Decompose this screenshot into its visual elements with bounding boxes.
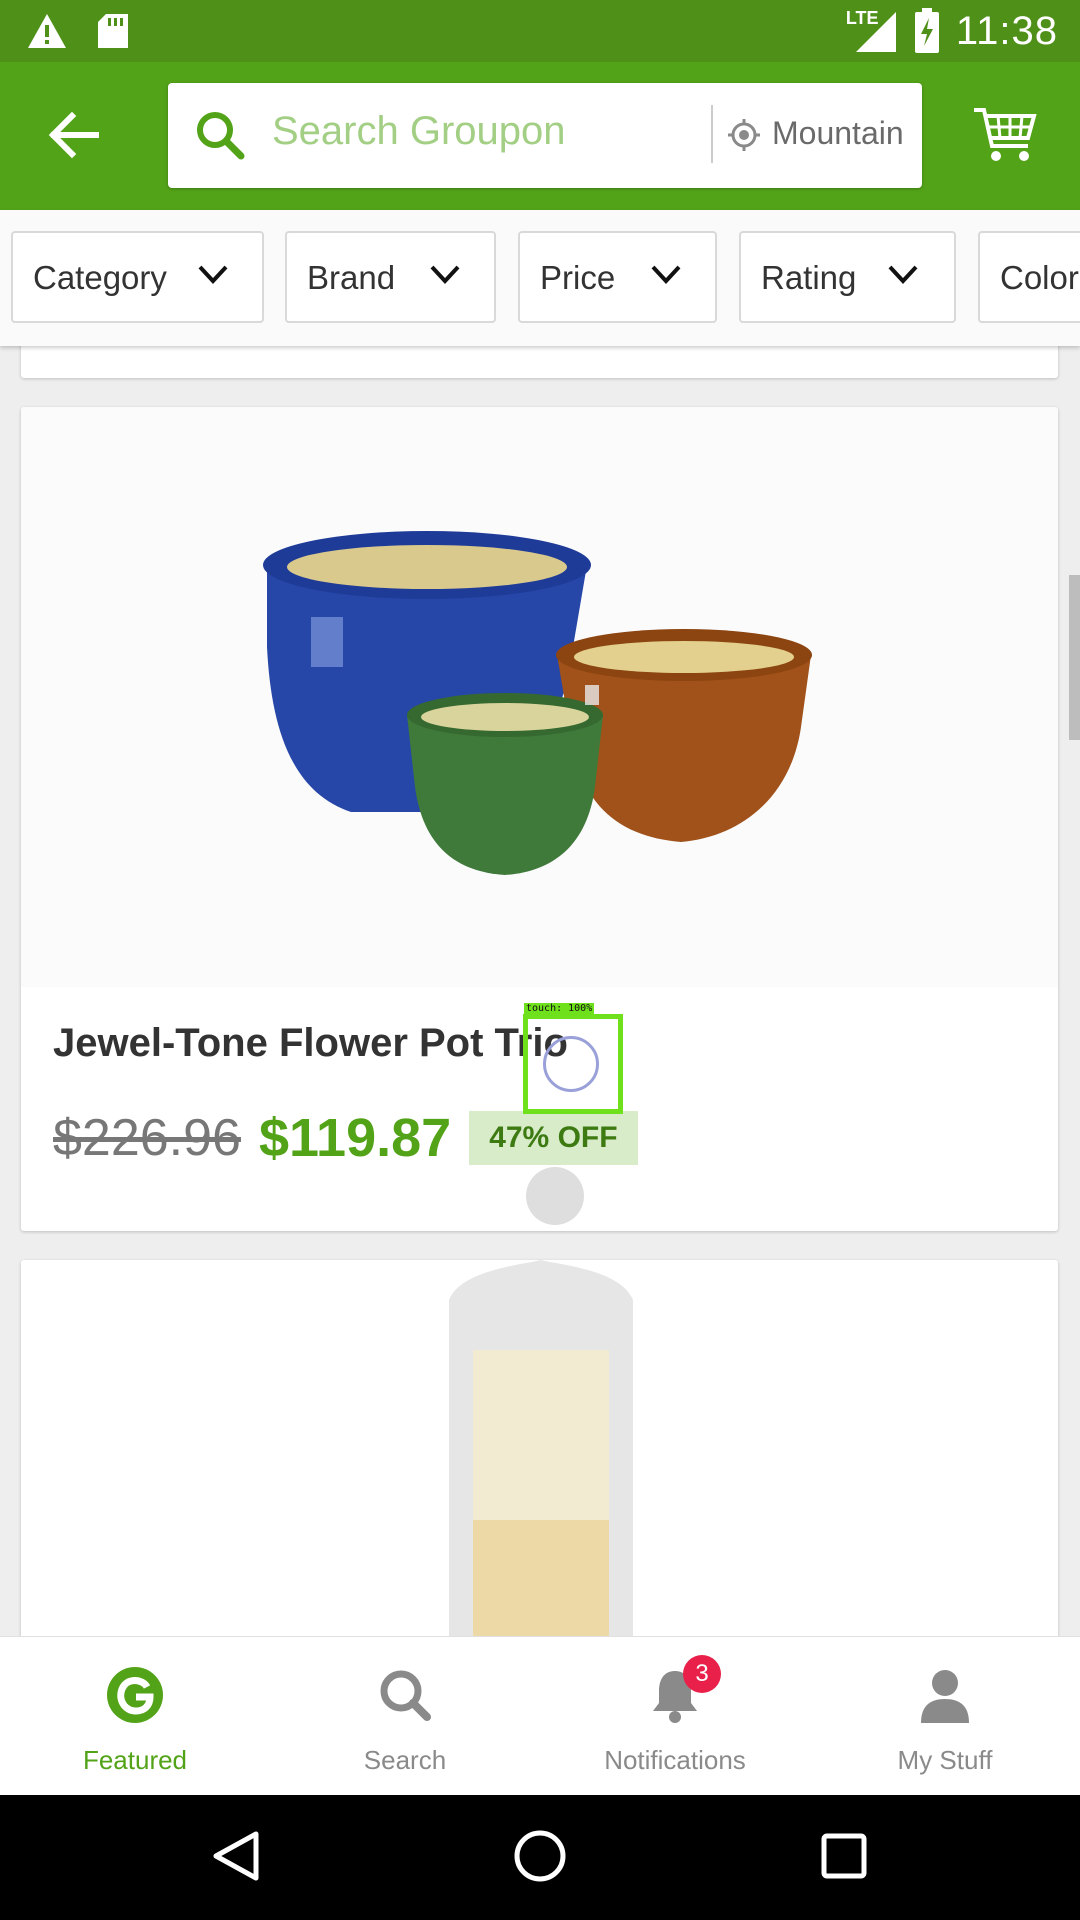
mirror-image <box>21 1260 1058 1660</box>
battery-charging-icon <box>914 8 939 53</box>
filter-label: Color <box>1000 259 1079 296</box>
cart-button[interactable] <box>970 100 1040 170</box>
back-button[interactable] <box>40 100 110 170</box>
app-bar: Search Groupon Mountain View <box>0 62 1080 210</box>
back-triangle-icon[interactable] <box>206 1826 266 1886</box>
filter-label: Price <box>540 259 616 296</box>
price-row: $226.96 $119.87 47% OFF <box>53 1107 638 1169</box>
nav-notifications[interactable]: Notifications <box>540 1637 810 1795</box>
chevron-down-icon <box>888 265 918 284</box>
lte-signal-icon: LTE <box>846 8 898 54</box>
filter-rating[interactable]: Rating <box>739 231 956 323</box>
filter-price[interactable]: Price <box>518 231 717 323</box>
search-bar[interactable]: Search Groupon Mountain View <box>168 83 922 188</box>
search-icon <box>380 1670 431 1721</box>
deal-card-next[interactable] <box>21 1260 1058 1660</box>
product-image <box>21 407 1058 987</box>
status-bar: LTE 11:38 <box>0 0 1080 62</box>
nav-label: My Stuff <box>897 1745 993 1775</box>
nav-label: Featured <box>82 1745 188 1775</box>
scrollbar[interactable] <box>1069 575 1080 740</box>
search-icon <box>197 112 245 160</box>
clock: 11:38 <box>955 8 1058 53</box>
bottom-nav: Featured Search Notifications My Stuff <box>0 1636 1080 1795</box>
nav-search[interactable]: Search <box>270 1637 540 1795</box>
nav-featured[interactable]: Featured <box>0 1637 270 1795</box>
sale-price: $119.87 <box>258 1108 452 1168</box>
location-target-icon <box>728 119 760 151</box>
deal-title[interactable]: Jewel-Tone Flower Pot Trio <box>53 1021 568 1066</box>
filter-bar: Category Brand Price Rating Color <box>0 210 1080 346</box>
sd-card-icon <box>98 14 128 48</box>
system-nav-bar <box>0 1794 1080 1920</box>
original-price: $226.96 <box>53 1109 241 1167</box>
person-icon <box>921 1670 969 1723</box>
filter-category[interactable]: Category <box>11 231 264 323</box>
chevron-down-icon <box>198 265 228 284</box>
filter-color[interactable]: Color <box>978 231 1080 323</box>
home-circle-icon[interactable] <box>510 1826 570 1886</box>
arrow-left-icon <box>48 111 99 159</box>
notification-count-badge: 3 <box>683 1655 721 1693</box>
chevron-down-icon <box>430 265 460 284</box>
touch-indicator-circle <box>543 1036 599 1092</box>
filter-label: Brand <box>307 259 396 296</box>
network-type: LTE <box>845 8 879 28</box>
shopping-cart-icon <box>974 108 1037 161</box>
nav-label: Notifications <box>604 1745 746 1775</box>
groupon-g-icon <box>107 1667 163 1723</box>
recents-square-icon[interactable] <box>814 1826 874 1886</box>
location-field[interactable]: Mountain View <box>772 115 910 152</box>
nav-my-stuff[interactable]: My Stuff <box>810 1637 1080 1795</box>
filter-brand[interactable]: Brand <box>285 231 496 323</box>
touch-indicator-label: touch: 100% <box>524 1003 595 1014</box>
nav-label: Search <box>363 1745 447 1775</box>
filter-label: Category <box>33 259 167 296</box>
touch-ripple <box>526 1167 584 1225</box>
discount-badge: 47% OFF <box>469 1111 638 1165</box>
search-divider <box>711 105 713 163</box>
filter-label: Rating <box>761 259 857 296</box>
chevron-down-icon <box>651 265 681 284</box>
search-input[interactable]: Search Groupon <box>272 109 566 154</box>
warning-icon <box>28 14 66 48</box>
